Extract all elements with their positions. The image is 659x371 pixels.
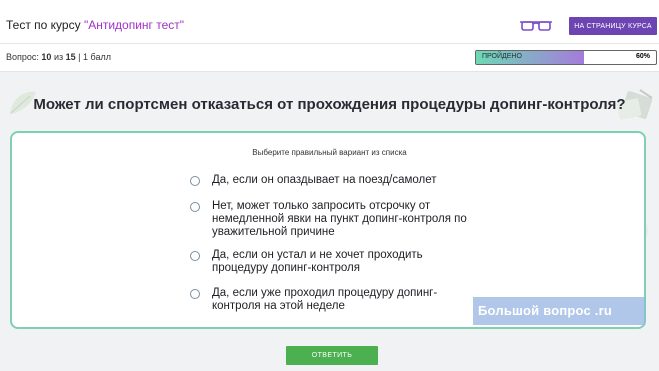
glasses-icon — [520, 21, 552, 31]
question-text: Может ли спортсмен отказаться от прохожд… — [33, 96, 626, 113]
radio-button[interactable] — [190, 176, 200, 186]
answer-button[interactable]: ОТВЕТИТЬ — [286, 346, 378, 365]
header-divider — [0, 43, 659, 44]
question-of: из — [53, 52, 64, 62]
question-label: Вопрос: — [6, 52, 39, 62]
answer-option-2[interactable]: Нет, может только запросить отсрочку от … — [190, 200, 480, 239]
question-current: 10 — [41, 52, 52, 62]
course-page-button[interactable]: НА СТРАНИЦУ КУРСА — [569, 17, 657, 35]
question-counter: Вопрос: 10 из 15 | 1 балл — [6, 52, 111, 62]
radio-button[interactable] — [190, 289, 200, 299]
question-points: | 1 балл — [78, 52, 111, 62]
radio-button[interactable] — [190, 251, 200, 261]
watermark-text: Большой вопрос .ru — [478, 303, 612, 318]
header: Тест по курсу "Антидопинг тест" НА СТРАН… — [0, 0, 659, 72]
answer-option-3[interactable]: Да, если он устал и не хочет проходить п… — [190, 249, 480, 275]
course-title-prefix: Тест по курсу — [6, 18, 84, 32]
question-total: 15 — [65, 52, 76, 62]
answer-option-label: Да, если он опаздывает на поезд/самолет — [212, 174, 437, 186]
answer-option-label: Нет, может только запросить отсрочку от … — [212, 200, 467, 238]
radio-button[interactable] — [190, 202, 200, 212]
course-name: "Антидопинг тест" — [83, 18, 185, 32]
answer-option-4[interactable]: Да, если уже проходил процедуру допинг-к… — [190, 287, 480, 313]
progress-bar: ПРОЙДЕНО 60% — [475, 50, 657, 65]
progress-percent: 60% — [635, 53, 650, 60]
progress-label: ПРОЙДЕНО — [482, 53, 522, 60]
answer-option-label: Да, если он устал и не хочет проходить п… — [212, 249, 423, 274]
watermark: Большой вопрос .ru — [473, 297, 645, 325]
answer-option-label: Да, если уже проходил процедуру допинг-к… — [212, 287, 438, 312]
course-title: Тест по курсу "Антидопинг тест" — [6, 18, 184, 32]
instruction-text: Выберите правильный вариант из списка — [252, 148, 407, 157]
answer-option-1[interactable]: Да, если он опаздывает на поезд/самолет — [190, 174, 480, 187]
